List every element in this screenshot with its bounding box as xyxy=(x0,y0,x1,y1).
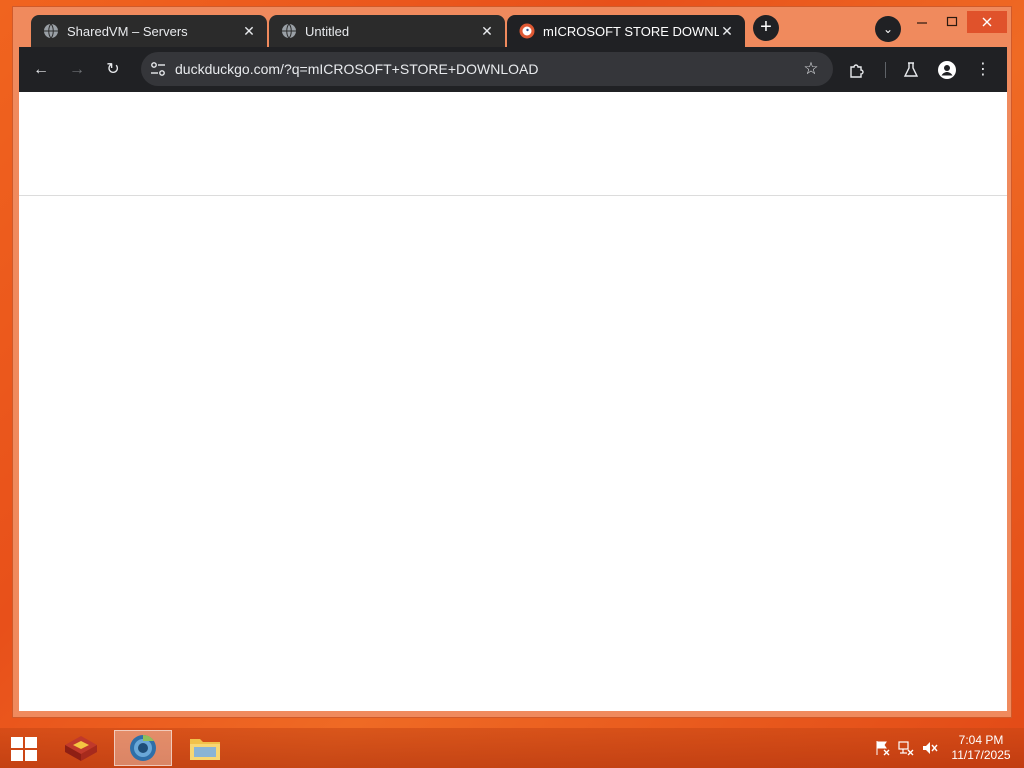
tab-search-button[interactable]: ⌄ xyxy=(875,16,901,42)
app-icon xyxy=(65,736,97,761)
page-content xyxy=(19,92,1007,711)
clock-date: 11/17/2025 xyxy=(951,748,1011,762)
taskbar-explorer-button[interactable] xyxy=(176,730,234,766)
tab-microsoft-store-download[interactable]: mICROSOFT STORE DOWNLOAD ✕ xyxy=(507,15,745,47)
site-info-icon[interactable] xyxy=(149,60,167,78)
address-bar[interactable]: duckduckgo.com/?q=mICROSOFT+STORE+DOWNLO… xyxy=(141,52,833,86)
taskbar: 7:04 PM 11/17/2025 xyxy=(0,728,1024,768)
chevron-down-icon: ⌄ xyxy=(882,22,894,36)
arrow-right-icon: → xyxy=(69,61,85,78)
windows-start-icon[interactable] xyxy=(10,736,38,762)
tab-title: SharedVM – Servers xyxy=(67,23,188,39)
tab-untitled[interactable]: Untitled ✕ xyxy=(269,15,505,47)
volume-muted-icon[interactable] xyxy=(922,740,938,756)
menu-button[interactable]: ⋮ xyxy=(969,56,997,84)
profile-button[interactable] xyxy=(933,56,961,84)
more-vert-icon: ⋮ xyxy=(975,61,991,78)
back-button[interactable]: ← xyxy=(27,56,55,84)
puzzle-icon xyxy=(850,64,864,78)
tab-close-icon[interactable]: ✕ xyxy=(479,23,495,39)
minimize-icon xyxy=(917,22,927,24)
browser-toolbar: ← → ↻ duckduckgo.com/?q=mICROSOFT+STORE+… xyxy=(19,47,1007,92)
extensions-button[interactable] xyxy=(843,56,871,84)
maximize-button[interactable] xyxy=(935,11,969,33)
reload-icon: ↻ xyxy=(106,61,120,78)
system-clock[interactable]: 7:04 PM 11/17/2025 xyxy=(946,733,1016,763)
labs-button[interactable] xyxy=(897,56,925,84)
header-divider xyxy=(19,195,1007,196)
tab-title: Untitled xyxy=(305,23,350,39)
new-tab-button[interactable]: + xyxy=(753,15,779,41)
close-window-button[interactable] xyxy=(967,11,1007,33)
browser-window: SharedVM – Servers ✕ Untitled ✕ mICROSOF… xyxy=(12,6,1012,718)
action-center-flag-icon[interactable] xyxy=(874,740,890,756)
taskbar-chrome-button[interactable] xyxy=(114,730,172,766)
tab-close-icon[interactable]: ✕ xyxy=(241,23,257,39)
arrow-left-icon: ← xyxy=(33,61,49,78)
tab-title: mICROSOFT STORE DOWNLOAD xyxy=(543,23,719,39)
tab-sharedvm[interactable]: SharedVM – Servers ✕ xyxy=(31,15,267,47)
forward-button[interactable]: → xyxy=(63,56,91,84)
tab-close-icon[interactable]: ✕ xyxy=(719,23,735,39)
profile-icon xyxy=(938,61,956,79)
minimize-button[interactable] xyxy=(905,11,939,33)
duckduckgo-icon xyxy=(519,23,535,39)
flask-icon xyxy=(903,62,919,77)
globe-icon xyxy=(44,23,58,39)
globe-icon xyxy=(282,23,296,39)
maximize-icon xyxy=(946,16,958,27)
address-text[interactable]: duckduckgo.com/?q=mICROSOFT+STORE+DOWNLO… xyxy=(175,52,538,86)
network-icon[interactable] xyxy=(898,740,914,756)
clock-time: 7:04 PM xyxy=(958,733,1004,747)
close-icon xyxy=(982,17,992,27)
toolbar-divider xyxy=(885,62,886,78)
chrome-icon xyxy=(130,734,156,761)
taskbar-app-button[interactable] xyxy=(52,730,110,766)
reload-button[interactable]: ↻ xyxy=(99,56,127,84)
file-explorer-icon xyxy=(190,739,220,760)
bookmark-star-icon[interactable]: ☆ xyxy=(801,59,821,79)
tab-strip: SharedVM – Servers ✕ Untitled ✕ mICROSOF… xyxy=(13,7,1011,47)
